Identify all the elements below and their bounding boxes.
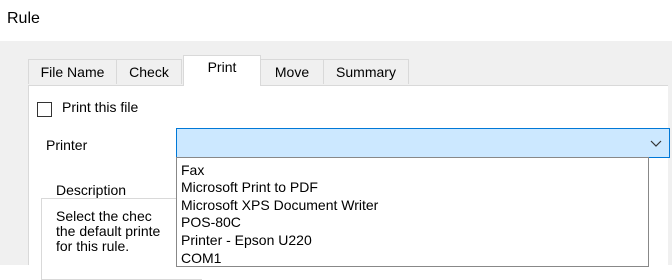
tab-print[interactable]: Print	[183, 55, 261, 86]
printer-label: Printer	[46, 137, 88, 153]
print-file-checkbox[interactable]	[37, 102, 52, 117]
description-line: Select the chec	[56, 209, 152, 224]
tab-check[interactable]: Check	[116, 59, 182, 84]
chevron-down-icon[interactable]	[649, 136, 663, 150]
printer-option[interactable]: Fax	[181, 162, 204, 178]
window-title: Rule	[7, 10, 40, 27]
description-legend: Description	[52, 182, 131, 198]
printer-option[interactable]: Microsoft Print to PDF	[181, 179, 318, 195]
printer-option[interactable]: Microsoft XPS Document Writer	[181, 197, 378, 213]
tab-summary[interactable]: Summary	[323, 59, 409, 84]
printer-dropdown-list: Fax Microsoft Print to PDF Microsoft XPS…	[176, 157, 649, 267]
tab-file-name[interactable]: File Name	[28, 59, 117, 84]
printer-option[interactable]: Printer - Epson U220	[181, 232, 312, 248]
description-line: for this rule.	[56, 239, 130, 254]
printer-select[interactable]	[176, 128, 670, 158]
description-line: the default printe	[56, 224, 161, 239]
printer-option[interactable]: POS-80C	[181, 214, 241, 230]
description-text: Select the chec the default printe for t…	[56, 209, 186, 254]
print-file-label[interactable]: Print this file	[62, 99, 138, 115]
tab-move[interactable]: Move	[260, 59, 324, 84]
printer-option[interactable]: COM1	[181, 250, 221, 266]
